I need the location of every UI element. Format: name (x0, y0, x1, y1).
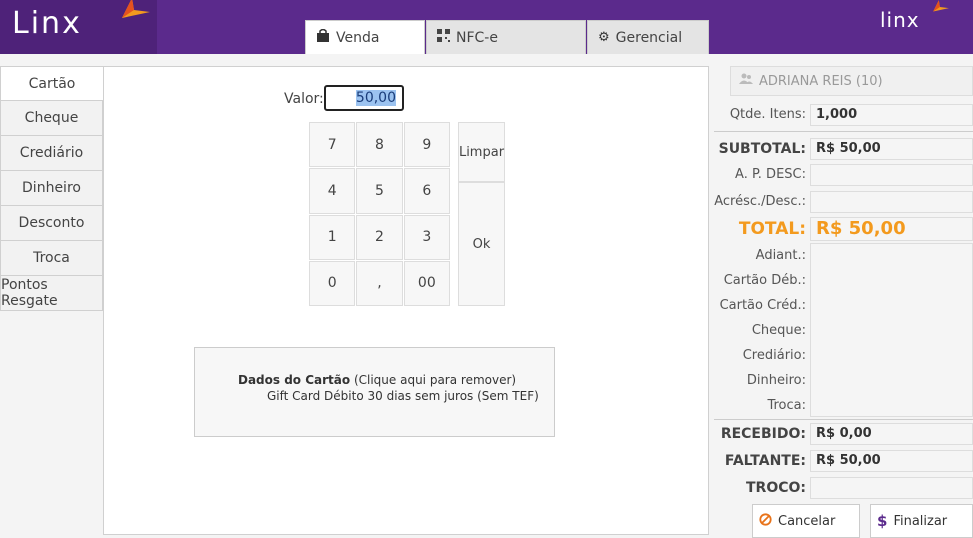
nav-item-pontos-resgate[interactable]: Pontos Resgate (0, 276, 103, 311)
label-adiant: Adiant.: (755, 248, 806, 263)
nav-item-cheque[interactable]: Cheque (0, 101, 103, 136)
card-data-title: Dados do Cartão (238, 373, 351, 387)
top-bar: Linx linx Venda NFC-e ⚙ Gerencial (0, 0, 973, 54)
finalize-button[interactable]: $ Finalizar (870, 504, 973, 538)
card-data-hint: (Clique aqui para remover) (353, 373, 517, 387)
sale-summary: ADRIANA REIS (10) Qtde. Itens: 1,000 SUB… (714, 60, 973, 538)
dollar-icon: $ (877, 512, 888, 530)
label-troca: Troca: (767, 398, 806, 413)
troco-row: TROCO: (714, 477, 973, 499)
logo-text-right: linx (880, 8, 920, 32)
gears-icon: ⚙ (598, 30, 610, 45)
users-icon (739, 73, 753, 89)
nav-item-desconto[interactable]: Desconto (0, 206, 103, 241)
label-dinheiro: Dinheiro: (746, 373, 806, 388)
brand-logo-right: linx (880, 0, 949, 32)
card-data-description: Gift Card Débito 30 dias sem juros (Sem … (267, 389, 539, 403)
tab-nfce[interactable]: NFC-e (426, 20, 586, 54)
nav-item-troca[interactable]: Troca (0, 241, 103, 276)
label-crediario: Crediário: (742, 348, 806, 363)
tab-gerencial[interactable]: ⚙ Gerencial (587, 20, 709, 54)
label-cheque: Cheque: (751, 323, 806, 338)
key-5[interactable]: 5 (356, 168, 403, 214)
total-value: R$ 50,00 (810, 217, 973, 241)
key-4[interactable]: 4 (309, 168, 356, 214)
brand-logo: Linx (0, 0, 157, 54)
qty-value: 1,000 (810, 104, 973, 126)
valor-value: 50,00 (355, 90, 396, 106)
qr-code-icon (437, 29, 450, 46)
ap-desc-value (810, 164, 973, 186)
logo-star-icon (122, 0, 150, 18)
key-3[interactable]: 3 (403, 214, 450, 260)
ok-button[interactable]: Ok (458, 182, 505, 306)
shopping-bag-icon (316, 28, 330, 46)
acresc-row: Acrésc./Desc.: (714, 191, 973, 213)
nav-item-dinheiro[interactable]: Dinheiro (0, 171, 103, 206)
client-name: ADRIANA REIS (10) (759, 73, 883, 89)
payment-method-list: Cartão Cheque Crediário Dinheiro Descont… (0, 66, 103, 311)
numeric-keypad: 7 8 9 4 5 6 1 2 3 0 , 00 (309, 122, 450, 306)
acresc-value (810, 191, 973, 213)
faltante-value: R$ 50,00 (810, 450, 973, 472)
logo-star-icon (933, 0, 949, 12)
clear-button[interactable]: Limpar (458, 122, 505, 182)
nav-item-crediario[interactable]: Crediário (0, 136, 103, 171)
client-field[interactable]: ADRIANA REIS (10) (730, 66, 973, 96)
key-1[interactable]: 1 (309, 214, 356, 260)
ban-icon (759, 512, 772, 530)
key-8[interactable]: 8 (356, 122, 403, 168)
label-cartao-cred: Cartão Créd.: (719, 298, 806, 313)
valor-input[interactable]: 50,00 (324, 85, 404, 111)
payments-box (810, 243, 973, 417)
tab-venda[interactable]: Venda (305, 20, 425, 54)
logo-text: Linx (12, 6, 82, 41)
key-0[interactable]: 0 (309, 260, 356, 306)
recebido-value: R$ 0,00 (810, 423, 973, 445)
key-2[interactable]: 2 (356, 214, 403, 260)
qty-row: Qtde. Itens: 1,000 (714, 104, 973, 126)
valor-label: Valor: (284, 91, 324, 107)
ap-desc-row: A. P. DESC: (714, 164, 973, 186)
key-comma[interactable]: , (356, 260, 403, 306)
key-6[interactable]: 6 (403, 168, 450, 214)
nav-item-cartao[interactable]: Cartão (0, 66, 103, 101)
card-data-box[interactable]: Dados do Cartão (Clique aqui para remove… (194, 347, 555, 437)
recebido-row: RECEBIDO: R$ 0,00 (714, 423, 973, 445)
cancel-button[interactable]: Cancelar (752, 504, 860, 538)
total-row: TOTAL: R$ 50,00 (714, 217, 973, 241)
subtotal-value: R$ 50,00 (810, 138, 973, 160)
payment-panel: Valor: 50,00 7 8 9 4 5 6 1 2 3 0 , 00 Li… (103, 66, 709, 535)
key-7[interactable]: 7 (309, 122, 356, 168)
troco-value (810, 477, 973, 499)
faltante-row: FALTANTE: R$ 50,00 (714, 450, 973, 472)
subtotal-row: SUBTOTAL: R$ 50,00 (714, 138, 973, 160)
key-00[interactable]: 00 (403, 260, 450, 306)
key-9[interactable]: 9 (403, 122, 450, 168)
label-cartao-deb: Cartão Déb.: (723, 273, 806, 288)
